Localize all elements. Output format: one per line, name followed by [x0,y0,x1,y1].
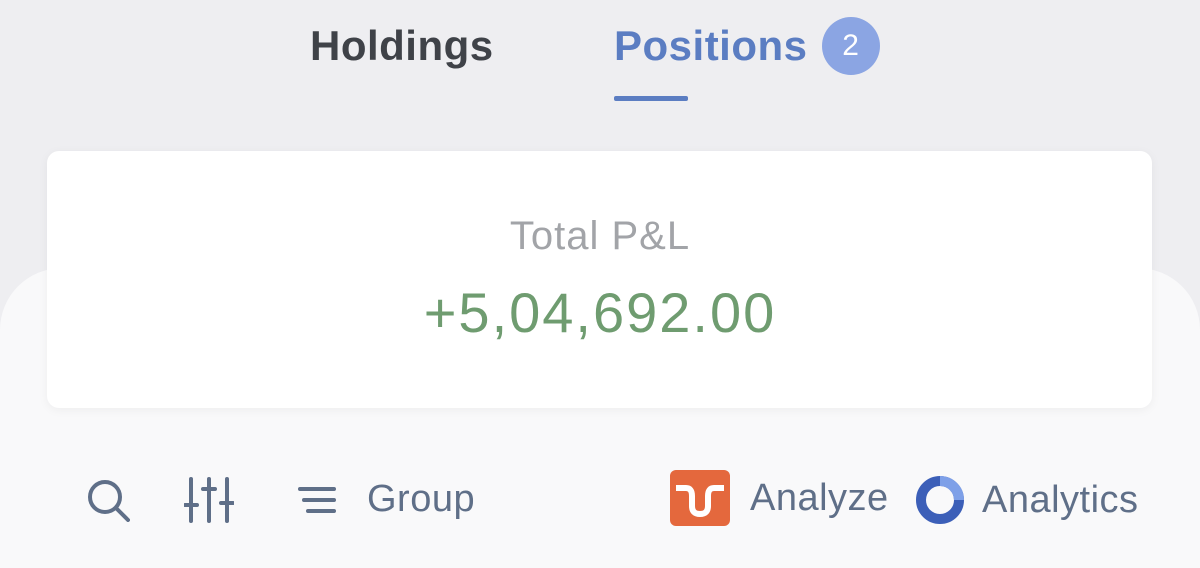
tab-positions-label: Positions [614,22,808,69]
positions-count-badge: 2 [821,17,880,75]
list-icon [298,486,336,513]
analytics-button[interactable]: Analytics [916,476,1139,524]
tab-bar: Holdings Positions 2 [0,0,1200,110]
active-tab-indicator [614,96,688,101]
positions-toolbar: Group Analyze Analytics [0,460,1200,526]
search-icon [88,480,130,522]
analyze-label: Analyze [750,476,889,519]
total-pnl-value: +5,04,692.00 [423,281,777,344]
total-pnl-label: Total P&L [509,214,691,258]
search-button[interactable] [86,478,130,522]
tab-holdings-label: Holdings [310,22,494,69]
analytics-label: Analytics [982,478,1139,521]
analytics-logo-icon [916,476,964,524]
group-button[interactable]: Group [297,478,475,521]
tab-holdings[interactable]: Holdings [310,16,494,76]
tab-positions[interactable]: Positions 2 [614,16,880,76]
group-label: Group [367,478,476,520]
